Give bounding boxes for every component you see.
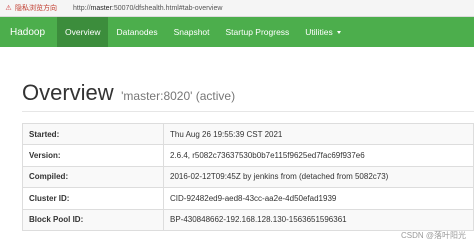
browser-address-bar[interactable]: ⚠ 隐私浏览方向 http://master:50070/dfshealth.h… [0, 0, 474, 17]
info-value: Thu Aug 26 19:55:39 CST 2021 [163, 122, 474, 146]
info-value: 2.6.4, r5082c73637530b0b7e115f9625ed7fac… [163, 144, 474, 167]
chevron-down-icon [336, 30, 341, 34]
top-navbar: Hadoop Overview Datanodes Snapshot Start… [0, 17, 474, 47]
table-row: Started: Thu Aug 26 19:55:39 CST 2021 [22, 122, 474, 146]
url-field[interactable]: http://master:50070/dfshealth.html#tab-o… [73, 5, 222, 12]
security-warning[interactable]: 隐私浏览方向 [15, 3, 59, 13]
page-title: Overview [22, 80, 114, 105]
table-row: Compiled: 2016-02-12T09:45Z by jenkins f… [22, 165, 474, 189]
brand-logo[interactable]: Hadoop [0, 17, 57, 47]
info-value: CID-92482ed9-aed8-43cc-aa2e-4d50efad1939 [163, 187, 474, 210]
page-subtitle: 'master:8020' (active) [121, 89, 236, 103]
info-key: Block Pool ID: [22, 208, 164, 231]
info-key: Version: [22, 144, 164, 167]
nav-utilities[interactable]: Utilities [297, 17, 348, 47]
table-row: Block Pool ID: BP-430848662-192.168.128.… [22, 208, 474, 231]
info-value: 2016-02-12T09:45Z by jenkins from (detac… [163, 165, 474, 189]
watermark: CSDN @落叶阳光 [400, 231, 466, 240]
info-key: Compiled: [22, 165, 164, 189]
page-header: Overview 'master:8020' (active) [22, 80, 235, 106]
url-host: master [90, 4, 112, 12]
info-value: BP-430848662-192.168.128.130-15636515963… [163, 208, 474, 231]
nav-startup-progress[interactable]: Startup Progress [218, 17, 298, 47]
warning-icon: ⚠ [5, 5, 12, 12]
url-prefix: http:// [73, 4, 91, 12]
info-key: Cluster ID: [22, 187, 164, 210]
table-row: Version: 2.6.4, r5082c73637530b0b7e115f9… [22, 144, 474, 167]
url-path: :50070/dfshealth.html#tab-overview [111, 4, 223, 12]
nav-snapshot[interactable]: Snapshot [166, 17, 218, 47]
info-key: Started: [22, 122, 164, 146]
overview-info-table: Started: Thu Aug 26 19:55:39 CST 2021 Ve… [22, 122, 474, 231]
nav-datanodes[interactable]: Datanodes [108, 17, 165, 47]
header-divider [22, 111, 474, 112]
nav-utilities-label: Utilities [305, 27, 333, 37]
table-row: Cluster ID: CID-92482ed9-aed8-43cc-aa2e-… [22, 187, 474, 210]
nav-overview[interactable]: Overview [57, 17, 109, 47]
